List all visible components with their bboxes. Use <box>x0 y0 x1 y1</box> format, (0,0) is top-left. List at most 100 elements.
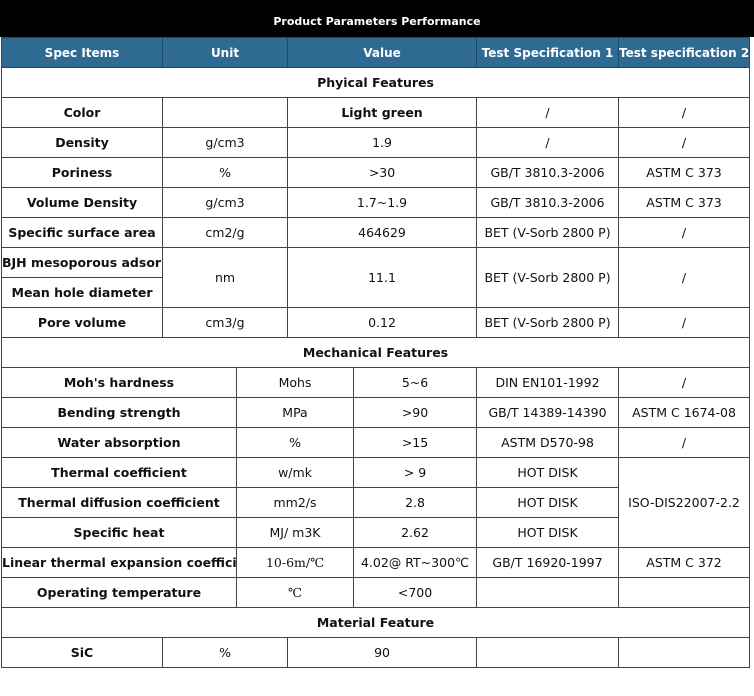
table-row: Linear thermal expansion coefficient 10-… <box>1 547 751 578</box>
spec-item: Linear thermal expansion coefficient <box>1 547 237 578</box>
value: 90 <box>287 637 478 668</box>
spec-item: Operating temperature <box>1 577 237 608</box>
table-title: Product Parameters Performance <box>273 15 481 28</box>
unit: % <box>161 157 289 188</box>
table-row: Density g/cm3 1.9 / / <box>1 127 751 158</box>
table-row: Water absorption % >15 ASTM D570-98 / <box>1 427 751 458</box>
test-spec-2: / <box>618 247 751 308</box>
spec-item: Thermal diffusion coefficient <box>1 487 237 518</box>
test-spec-1: DIN EN101-1992 <box>476 367 620 398</box>
table-row: Moh's hardness Mohs 5~6 DIN EN101-1992 / <box>1 367 751 398</box>
section-label: Material Feature <box>0 607 751 638</box>
unit: MPa <box>235 397 355 428</box>
section-header-physical: Phyical Features <box>0 67 751 98</box>
unit: g/cm3 <box>161 187 289 218</box>
test-spec-2: / <box>618 127 751 158</box>
unit: g/cm3 <box>161 127 289 158</box>
test-spec-1: GB/T 3810.3-2006 <box>476 157 620 188</box>
header-spec-items: Spec Items <box>1 37 163 68</box>
spec-item: Water absorption <box>1 427 237 458</box>
table-row: Volume Density g/cm3 1.7~1.9 GB/T 3810.3… <box>1 187 751 218</box>
test-spec-1: GB/T 16920-1997 <box>476 547 620 578</box>
section-header-mechanical: Mechanical Features <box>0 337 751 368</box>
table-row: Specific surface area cm2/g 464629 BET (… <box>1 217 751 248</box>
unit: cm2/g <box>161 217 289 248</box>
test-spec-2: ASTM C 373 <box>618 157 751 188</box>
header-test-spec-1: Test Specification 1 <box>476 37 620 68</box>
test-spec-2: ASTM C 373 <box>618 187 751 218</box>
test-spec-2: ASTM C 372 <box>618 547 751 578</box>
table-row: Pore volume cm3/g 0.12 BET (V-Sorb 2800 … <box>1 307 751 338</box>
value: >90 <box>353 397 478 428</box>
test-spec-1: BET (V-Sorb 2800 P) <box>476 307 620 338</box>
test-spec-1: ASTM D570-98 <box>476 427 620 458</box>
value: 2.8 <box>353 487 478 518</box>
spec-item: Color <box>1 97 163 128</box>
value: 1.9 <box>287 127 478 158</box>
test-spec-1: HOT DISK <box>476 487 620 518</box>
spec-item: Mean hole diameter <box>1 277 163 308</box>
spec-item: Specific heat <box>1 517 237 548</box>
spec-item: Poriness <box>1 157 163 188</box>
unit: w/mk <box>235 457 355 488</box>
spec-item: Moh's hardness <box>1 367 237 398</box>
unit: % <box>235 427 355 458</box>
value: >30 <box>287 157 478 188</box>
test-spec-1: / <box>476 97 620 128</box>
test-spec-1: GB/T 3810.3-2006 <box>476 187 620 218</box>
test-spec-2 <box>618 577 751 608</box>
test-spec-1 <box>476 577 620 608</box>
product-parameters-table: Spec Items Unit Value Test Specification… <box>0 37 751 668</box>
test-spec-2: / <box>618 217 751 248</box>
spec-item: Density <box>1 127 163 158</box>
value: 464629 <box>287 217 478 248</box>
unit: mm2/s <box>235 487 355 518</box>
table-row: BJH mesoporous adsorption nm 11.1 BET (V… <box>1 247 751 308</box>
test-spec-1: HOT DISK <box>476 457 620 488</box>
test-spec-2: / <box>618 97 751 128</box>
header-test-spec-2: Test specification 2 <box>618 37 751 68</box>
section-label: Mechanical Features <box>0 337 751 368</box>
header-row: Spec Items Unit Value Test Specification… <box>1 37 751 68</box>
value: 11.1 <box>287 247 478 308</box>
value: 5~6 <box>353 367 478 398</box>
spec-item: Specific surface area <box>1 217 163 248</box>
header-unit: Unit <box>161 37 289 68</box>
spec-item: BJH mesoporous adsorption <box>1 247 163 278</box>
unit: ℃ <box>235 577 355 608</box>
table-row: Poriness % >30 GB/T 3810.3-2006 ASTM C 3… <box>1 157 751 188</box>
spec-item: Volume Density <box>1 187 163 218</box>
table-row: Operating temperature ℃ <700 <box>1 577 751 608</box>
unit: 10-6m/℃ <box>235 547 355 578</box>
value: > 9 <box>353 457 478 488</box>
value: 4.02@ RT~300℃ <box>353 547 478 578</box>
unit: Mohs <box>235 367 355 398</box>
section-label: Phyical Features <box>0 67 751 98</box>
test-spec-1: BET (V-Sorb 2800 P) <box>476 217 620 248</box>
spec-item: Bending strength <box>1 397 237 428</box>
section-header-material: Material Feature <box>0 607 751 638</box>
test-spec-2 <box>618 637 751 668</box>
value: 0.12 <box>287 307 478 338</box>
spec-item: Pore volume <box>1 307 163 338</box>
test-spec-1: HOT DISK <box>476 517 620 548</box>
test-spec-2: / <box>618 427 751 458</box>
table-row: Thermal coefficient w/mk > 9 HOT DISK IS… <box>1 457 751 548</box>
spec-item: SiC <box>1 637 163 668</box>
header-value: Value <box>287 37 478 68</box>
unit: MJ/ m3K <box>235 517 355 548</box>
spec-item: Thermal coefficient <box>1 457 237 488</box>
unit: nm <box>161 247 289 308</box>
value: Light green <box>287 97 478 128</box>
test-spec-1: GB/T 14389-14390 <box>476 397 620 428</box>
test-spec-1: BET (V-Sorb 2800 P) <box>476 247 620 308</box>
unit: % <box>161 637 289 668</box>
value: 2.62 <box>353 517 478 548</box>
value: 1.7~1.9 <box>287 187 478 218</box>
unit <box>161 97 289 128</box>
value: >15 <box>353 427 478 458</box>
unit: cm3/g <box>161 307 289 338</box>
table-title-bar: Product Parameters Performance <box>0 0 754 37</box>
test-spec-2: ASTM C 1674-08 <box>618 397 751 428</box>
test-spec-2: / <box>618 307 751 338</box>
